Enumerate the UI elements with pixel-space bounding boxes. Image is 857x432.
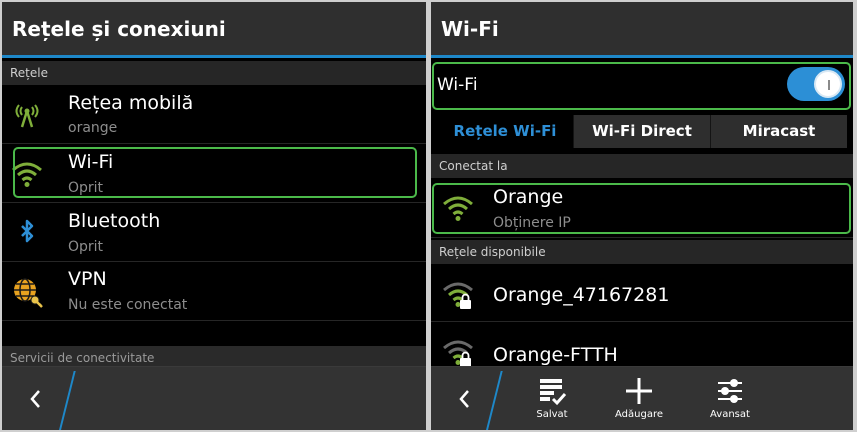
chevron-left-icon (459, 390, 469, 408)
networks-panel: Rețele și conexiuni Rețele Rețea mobilă … (2, 2, 426, 430)
section-header-connected: Conectat la (431, 154, 853, 178)
action-label: Salvat (536, 409, 568, 420)
title-bar: Wi-Fi (431, 2, 853, 58)
section-header-networks: Rețele (2, 61, 426, 85)
sliders-icon (718, 379, 742, 403)
highlight-box (432, 62, 851, 110)
vpn-globe-key-icon (10, 275, 44, 309)
list-item-label: VPN (68, 268, 107, 290)
highlight-box (432, 183, 851, 234)
advanced-settings-button[interactable]: Avansat (700, 375, 760, 420)
wifi-panel: Wi-Fi Wi-Fi Rețele Wi-Fi Wi-Fi Direct Mi… (431, 2, 853, 430)
chevron-left-icon (30, 390, 40, 408)
action-bar (2, 366, 426, 430)
network-name: Orange_47167281 (493, 284, 670, 306)
antenna-icon (10, 97, 44, 131)
tab-bar: Rețele Wi-Fi Wi-Fi Direct Miracast (437, 115, 847, 148)
bluetooth-icon (10, 215, 44, 249)
tab-wifi-networks[interactable]: Rețele Wi-Fi (437, 115, 574, 148)
list-check-icon (540, 379, 567, 406)
list-item-status: Oprit (68, 239, 104, 255)
section-header-available: Rețele disponibile (431, 240, 853, 264)
action-label: Avansat (710, 409, 750, 420)
wifi-locked-icon (441, 278, 475, 312)
action-label: Adăugare (615, 409, 663, 420)
divider (58, 371, 76, 430)
page-title: Wi-Fi (441, 17, 499, 41)
add-network-button[interactable]: Adăugare (609, 375, 669, 420)
tab-wifi-direct[interactable]: Wi-Fi Direct (574, 115, 711, 148)
back-button[interactable] (24, 385, 48, 413)
list-item-label: Rețea mobilă (68, 92, 194, 114)
list-item-status: Nu este conectat (68, 297, 188, 313)
available-network-item[interactable]: Orange_47167281 (431, 264, 853, 322)
highlight-box (13, 147, 417, 198)
divider (485, 371, 503, 430)
title-bar: Rețele și conexiuni (2, 2, 426, 58)
page-title: Rețele și conexiuni (12, 17, 226, 41)
network-name: Orange-FTTH (493, 344, 618, 366)
list-item-bluetooth[interactable]: Bluetooth Oprit (2, 203, 426, 262)
action-bar: Salvat Adăugare Avansat (431, 366, 853, 430)
saved-networks-button[interactable]: Salvat (522, 375, 582, 420)
list-item-mobile-network[interactable]: Rețea mobilă orange (2, 85, 426, 144)
tab-miracast[interactable]: Miracast (711, 115, 847, 148)
available-network-item[interactable]: Orange-FTTH (431, 322, 853, 370)
list-item-status: orange (68, 120, 118, 136)
list-item-vpn[interactable]: VPN Nu este conectat (2, 262, 426, 321)
wifi-locked-icon (441, 336, 475, 370)
back-button[interactable] (453, 385, 477, 413)
list-item-label: Bluetooth (68, 210, 161, 232)
plus-icon (626, 378, 652, 404)
